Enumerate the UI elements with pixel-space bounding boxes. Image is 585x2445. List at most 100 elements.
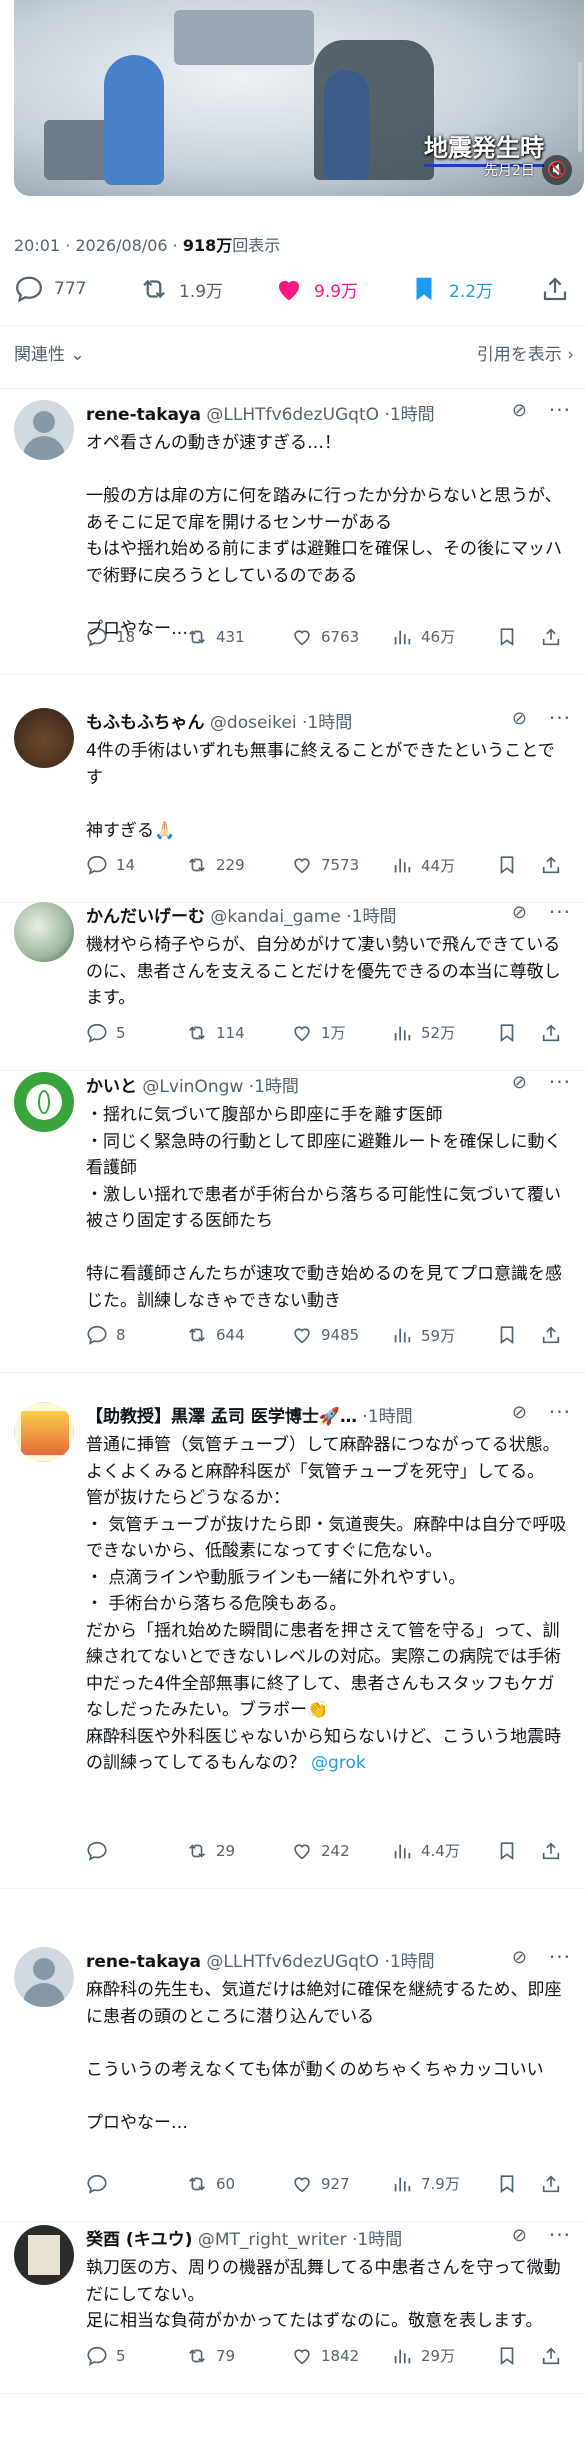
more-icon[interactable]: ···	[549, 900, 571, 924]
repost-button[interactable]: 644	[186, 1324, 245, 1346]
more-icon[interactable]: ···	[549, 1400, 571, 1424]
heart-icon	[294, 2176, 310, 2192]
grok-icon[interactable]: ⊘	[512, 400, 527, 421]
reply-button[interactable]	[86, 1840, 116, 1862]
divider	[0, 2392, 585, 2394]
author-name[interactable]: かいと	[86, 1077, 137, 1097]
share-button[interactable]	[540, 2345, 562, 2371]
post-time[interactable]: 1時間	[357, 2230, 402, 2250]
post-time[interactable]: 1時間	[390, 1952, 435, 1972]
views-button[interactable]: 59万	[391, 1324, 455, 1346]
avatar[interactable]	[14, 1402, 74, 1462]
like-button[interactable]: 7573	[291, 854, 359, 876]
avatar[interactable]	[14, 708, 74, 768]
grok-icon[interactable]: ⊘	[512, 902, 527, 923]
grok-icon[interactable]: ⊘	[512, 708, 527, 729]
reply-button[interactable]: 5	[86, 2345, 126, 2367]
share-button[interactable]	[540, 854, 562, 880]
bookmark-button[interactable]	[496, 854, 518, 880]
author-handle[interactable]: @LvinOngw	[142, 1077, 243, 1097]
author-name[interactable]: 【助教授】黒澤 孟司 医学博士🚀…	[86, 1407, 357, 1427]
share-button[interactable]	[540, 1022, 562, 1048]
post-time[interactable]: 1時間	[307, 713, 352, 733]
grok-icon[interactable]: ⊘	[512, 1402, 527, 1423]
repost-button[interactable]: 60	[186, 2173, 235, 2195]
post-date[interactable]: 2026/08/06	[75, 236, 167, 255]
post-time[interactable]: 1時間	[352, 907, 397, 927]
reply-actions: 5 79 1842 29万	[86, 2345, 566, 2373]
avatar[interactable]	[14, 1072, 74, 1132]
author-handle[interactable]: @LLHTfv6dezUGqtO	[206, 405, 379, 425]
video-player[interactable]: 地震発生時 先月2日 🔇	[14, 0, 584, 196]
share-button[interactable]	[540, 274, 580, 304]
share-button[interactable]	[540, 626, 562, 652]
reply-button[interactable]: 5	[86, 1022, 126, 1044]
repost-button[interactable]: 431	[186, 626, 245, 648]
bookmark-button[interactable]	[496, 2345, 518, 2371]
more-icon[interactable]: ···	[549, 398, 571, 422]
views-button[interactable]: 29万	[391, 2345, 455, 2367]
scrollbar[interactable]	[578, 62, 582, 152]
more-icon[interactable]: ···	[549, 1070, 571, 1094]
bookmark-button[interactable]	[496, 626, 518, 652]
like-button[interactable]: 1万	[291, 1022, 346, 1044]
repost-stat[interactable]: 1.9万	[139, 274, 223, 304]
post-time[interactable]: 1時間	[368, 1407, 413, 1427]
mention-link[interactable]: @grok	[311, 1753, 366, 1773]
bookmark-button[interactable]	[496, 1022, 518, 1048]
author-name[interactable]: rene-takaya	[86, 1952, 201, 1972]
views-button[interactable]: 4.4万	[391, 1840, 460, 1862]
reply-stat[interactable]: 777	[14, 274, 86, 304]
repost-button[interactable]: 29	[186, 1840, 235, 1862]
share-button[interactable]	[540, 1324, 562, 1350]
avatar[interactable]	[14, 1947, 74, 2007]
author-handle[interactable]: @LLHTfv6dezUGqtO	[206, 1952, 379, 1972]
reply-button[interactable]	[86, 2173, 116, 2195]
author-name[interactable]: 癸酉 (キユウ)	[86, 2230, 192, 2250]
author-handle[interactable]: @doseikei	[210, 713, 297, 733]
author-name[interactable]: かんだいげーむ	[86, 907, 205, 927]
author-handle[interactable]: @MT_right_writer	[198, 2230, 347, 2250]
like-button[interactable]: 6763	[291, 626, 359, 648]
avatar[interactable]	[14, 902, 74, 962]
bookmark-button[interactable]	[496, 2173, 518, 2199]
repost-button[interactable]: 229	[186, 854, 245, 876]
views-button[interactable]: 44万	[391, 854, 455, 876]
author-handle[interactable]: @kandai_game	[210, 907, 340, 927]
bookmark-button[interactable]	[496, 1324, 518, 1350]
like-button[interactable]: 9485	[291, 1324, 359, 1346]
avatar[interactable]	[14, 2225, 74, 2285]
analytics-icon	[394, 858, 411, 873]
views-button[interactable]: 52万	[391, 1022, 455, 1044]
like-button[interactable]: 1842	[291, 2345, 359, 2367]
grok-icon[interactable]: ⊘	[512, 2225, 527, 2246]
more-icon[interactable]: ···	[549, 1945, 571, 1969]
repost-button[interactable]: 79	[186, 2345, 235, 2367]
reply-button[interactable]: 8	[86, 1324, 126, 1346]
author-name[interactable]: もふもふちゃん	[86, 713, 205, 733]
post-time[interactable]: 1時間	[390, 405, 435, 425]
grok-icon[interactable]: ⊘	[512, 1947, 527, 1968]
views-button[interactable]: 7.9万	[391, 2173, 460, 2195]
author-name[interactable]: rene-takaya	[86, 405, 201, 425]
post-time[interactable]: 1時間	[254, 1077, 299, 1097]
reply-button[interactable]: 14	[86, 854, 135, 876]
views-button[interactable]: 46万	[391, 626, 455, 648]
more-icon[interactable]: ···	[549, 2223, 571, 2247]
avatar[interactable]	[14, 400, 74, 460]
more-icon[interactable]: ···	[549, 706, 571, 730]
share-button[interactable]	[540, 1840, 562, 1866]
like-button[interactable]: 242	[291, 1840, 350, 1862]
like-stat[interactable]: 9.9万	[274, 274, 358, 304]
sort-relevance-dropdown[interactable]: 関連性 ⌄	[14, 345, 85, 365]
view-quotes-link[interactable]: 引用を表示 ›	[477, 340, 574, 365]
like-button[interactable]: 927	[291, 2173, 350, 2195]
reply-button[interactable]: 18	[86, 626, 135, 648]
analytics-icon	[394, 630, 411, 644]
bookmark-button[interactable]	[496, 1840, 518, 1866]
repost-button[interactable]: 114	[186, 1022, 245, 1044]
mute-icon[interactable]: 🔇	[542, 155, 572, 185]
grok-icon[interactable]: ⊘	[512, 1072, 527, 1093]
bookmark-stat[interactable]: 2.2万	[409, 274, 493, 304]
share-button[interactable]	[540, 2173, 562, 2199]
